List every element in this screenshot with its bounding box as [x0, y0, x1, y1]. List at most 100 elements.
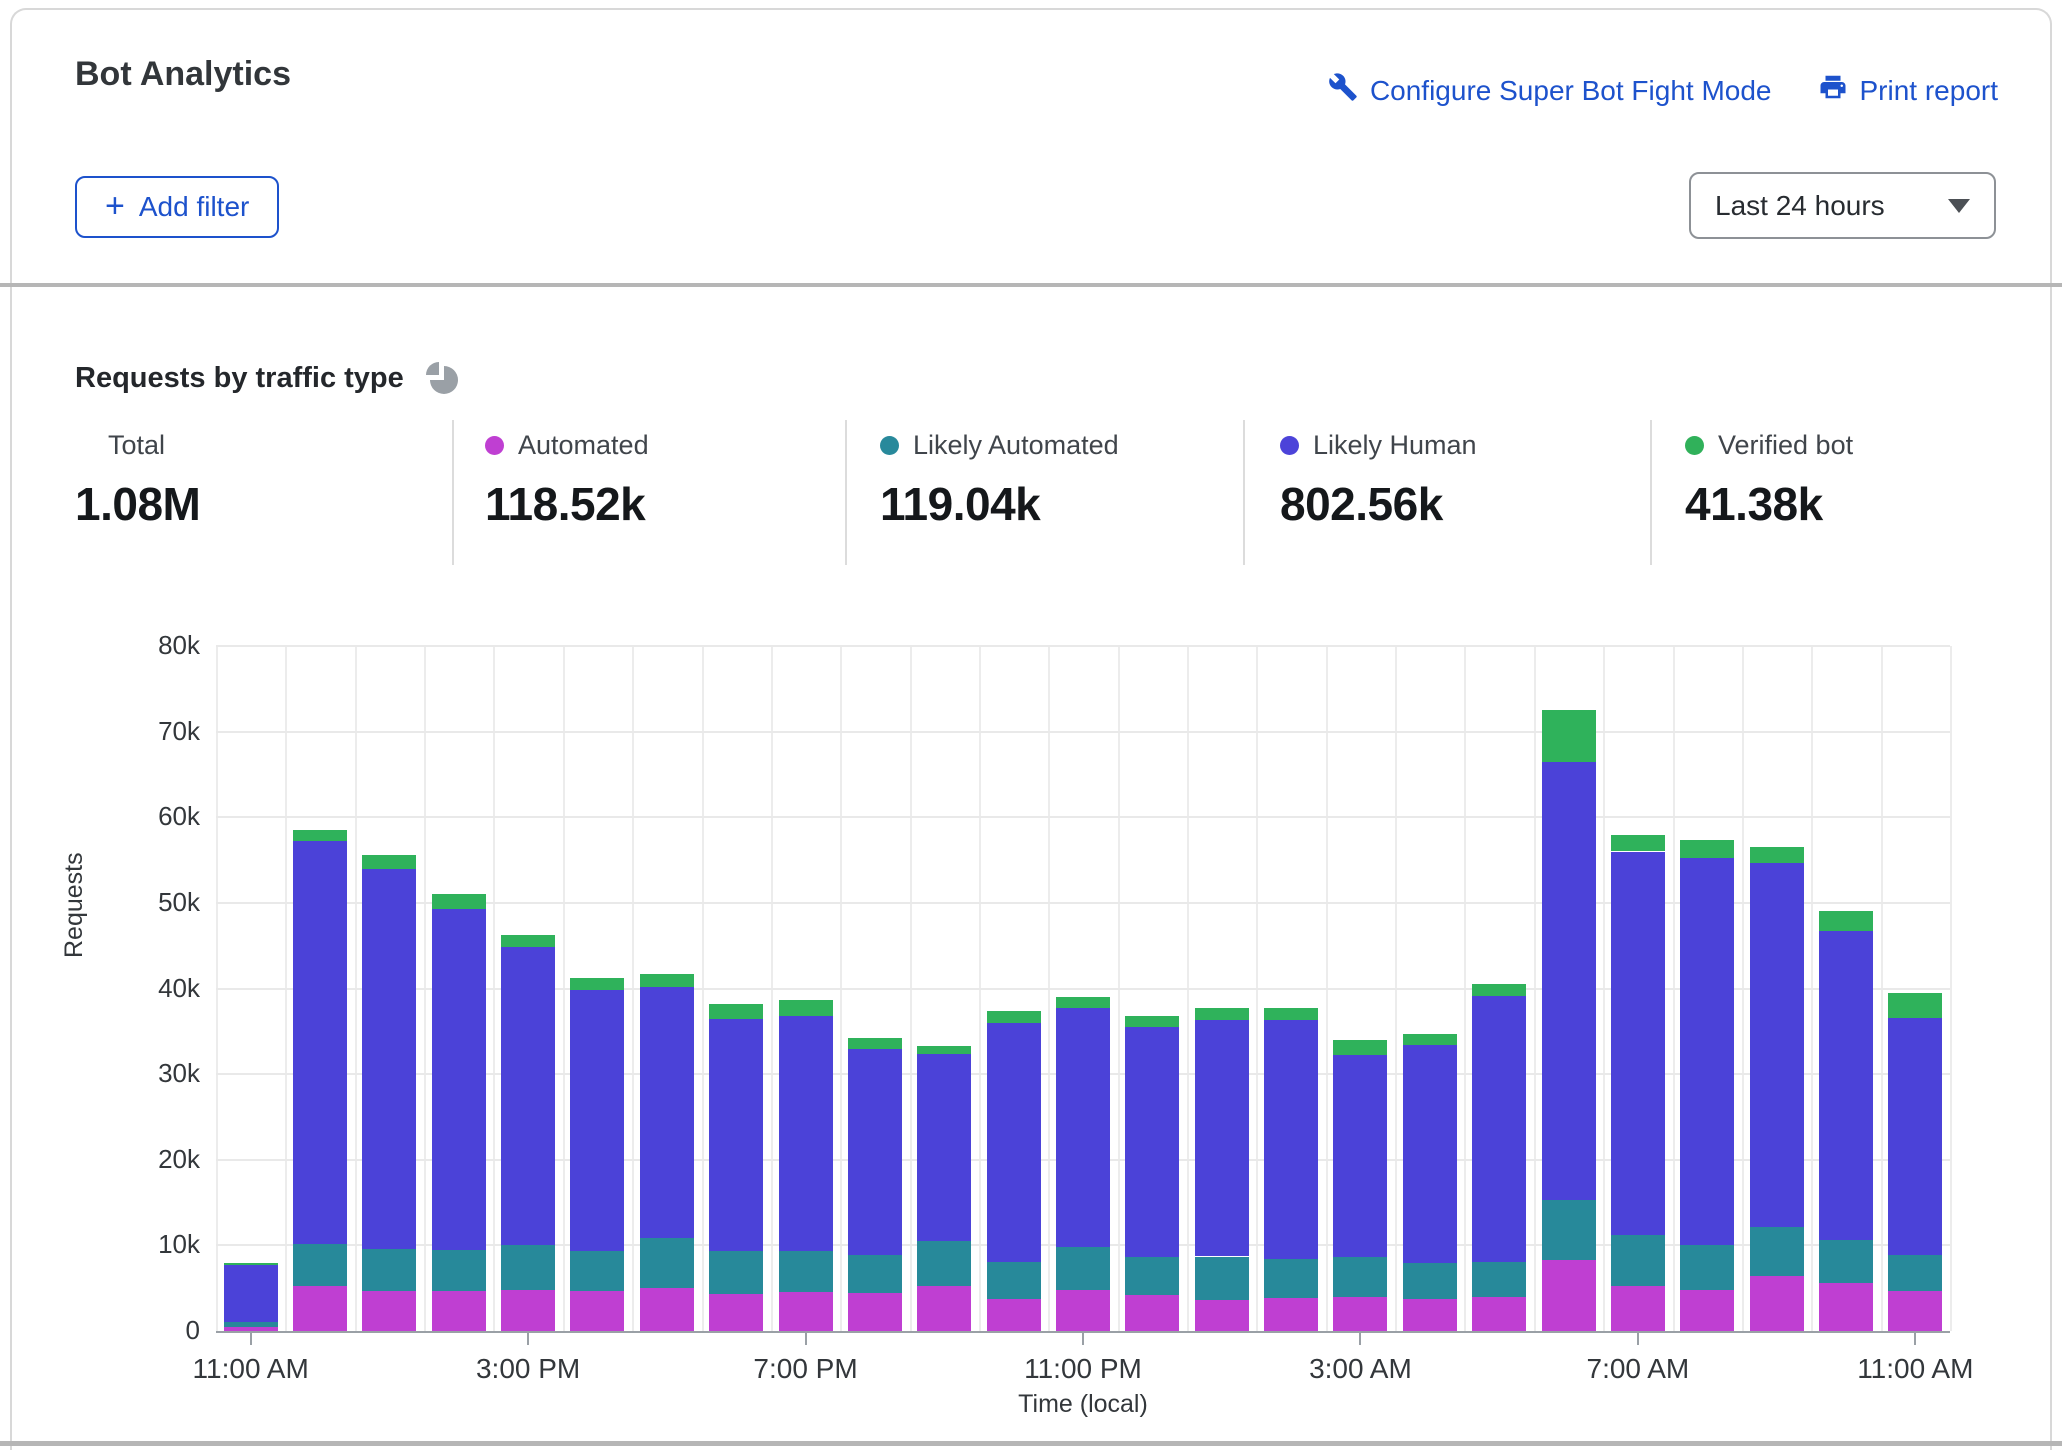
bar-segment-automated[interactable] [917, 1286, 971, 1331]
bar-segment-automated[interactable] [1819, 1283, 1873, 1331]
bar-segment-automated[interactable] [1195, 1300, 1249, 1331]
bar-segment-automated[interactable] [1611, 1286, 1665, 1331]
bar-segment-likely-automated[interactable] [1472, 1262, 1526, 1297]
bar-segment-verified-bot[interactable] [779, 1000, 833, 1015]
bar-segment-likely-human[interactable] [987, 1023, 1041, 1262]
bar-segment-verified-bot[interactable] [432, 894, 486, 909]
bar-segment-automated[interactable] [1264, 1298, 1318, 1331]
bar-segment-automated[interactable] [293, 1286, 347, 1331]
bar-segment-verified-bot[interactable] [1056, 997, 1110, 1008]
bar-segment-automated[interactable] [1472, 1297, 1526, 1331]
bar-segment-automated[interactable] [362, 1291, 416, 1331]
bar-segment-verified-bot[interactable] [362, 855, 416, 869]
bar-segment-likely-human[interactable] [848, 1049, 902, 1255]
bar-segment-automated[interactable] [1125, 1295, 1179, 1331]
bar-segment-verified-bot[interactable] [1195, 1008, 1249, 1020]
bar-segment-likely-automated[interactable] [1819, 1240, 1873, 1283]
bar-segment-verified-bot[interactable] [1750, 847, 1804, 863]
bar-segment-likely-automated[interactable] [432, 1250, 486, 1291]
bar-segment-likely-automated[interactable] [293, 1244, 347, 1287]
bar-segment-likely-automated[interactable] [1542, 1200, 1596, 1260]
bar-segment-likely-human[interactable] [1264, 1020, 1318, 1259]
bar-segment-verified-bot[interactable] [1680, 840, 1734, 859]
time-range-dropdown[interactable]: Last 24 hours [1689, 172, 1996, 239]
bar-segment-verified-bot[interactable] [1403, 1034, 1457, 1045]
configure-super-bot-fight-mode-link[interactable]: Configure Super Bot Fight Mode [1328, 72, 1772, 109]
bar-segment-automated[interactable] [1888, 1291, 1942, 1331]
bar-segment-likely-automated[interactable] [987, 1262, 1041, 1300]
bar-segment-likely-human[interactable] [224, 1265, 278, 1322]
bar-segment-likely-automated[interactable] [779, 1251, 833, 1291]
bar-segment-likely-human[interactable] [1333, 1055, 1387, 1256]
bar-segment-likely-human[interactable] [1056, 1008, 1110, 1247]
bar-segment-likely-automated[interactable] [1333, 1257, 1387, 1297]
bar-segment-likely-human[interactable] [1125, 1027, 1179, 1257]
bar-segment-verified-bot[interactable] [293, 830, 347, 841]
bar-segment-likely-human[interactable] [501, 947, 555, 1246]
bar-segment-automated[interactable] [1750, 1276, 1804, 1331]
bar-segment-likely-automated[interactable] [1125, 1257, 1179, 1295]
bar-segment-likely-human[interactable] [709, 1019, 763, 1251]
bar-segment-automated[interactable] [1680, 1290, 1734, 1331]
bar-segment-automated[interactable] [432, 1291, 486, 1331]
bar-segment-verified-bot[interactable] [1264, 1008, 1318, 1020]
bar-segment-likely-human[interactable] [1611, 852, 1665, 1236]
bar-segment-likely-automated[interactable] [570, 1251, 624, 1291]
bar-segment-likely-automated[interactable] [848, 1255, 902, 1294]
bar-segment-verified-bot[interactable] [1472, 984, 1526, 996]
bar-segment-verified-bot[interactable] [848, 1038, 902, 1049]
bar-segment-verified-bot[interactable] [1125, 1016, 1179, 1027]
bar-segment-likely-human[interactable] [1195, 1020, 1249, 1256]
bar-segment-likely-automated[interactable] [1888, 1255, 1942, 1291]
bar-segment-likely-human[interactable] [1680, 858, 1734, 1244]
bar-segment-likely-human[interactable] [1750, 863, 1804, 1226]
bar-segment-likely-human[interactable] [917, 1054, 971, 1241]
bar-segment-automated[interactable] [1333, 1297, 1387, 1331]
bar-segment-automated[interactable] [987, 1299, 1041, 1331]
bar-segment-likely-human[interactable] [1472, 996, 1526, 1261]
bar-segment-automated[interactable] [848, 1293, 902, 1331]
bar-segment-likely-human[interactable] [1542, 762, 1596, 1200]
bar-segment-automated[interactable] [501, 1290, 555, 1331]
bar-segment-automated[interactable] [570, 1291, 624, 1331]
bar-segment-verified-bot[interactable] [501, 935, 555, 947]
bar-segment-likely-automated[interactable] [1403, 1263, 1457, 1299]
add-filter-button[interactable]: + Add filter [75, 176, 279, 238]
bar-segment-verified-bot[interactable] [1819, 911, 1873, 931]
bar-segment-likely-automated[interactable] [917, 1241, 971, 1286]
bar-segment-likely-automated[interactable] [1680, 1245, 1734, 1290]
bar-segment-likely-human[interactable] [570, 990, 624, 1250]
bar-segment-likely-human[interactable] [1819, 931, 1873, 1240]
bar-segment-likely-automated[interactable] [1056, 1247, 1110, 1290]
bar-segment-verified-bot[interactable] [987, 1011, 1041, 1023]
bar-segment-likely-automated[interactable] [1750, 1227, 1804, 1277]
bar-segment-verified-bot[interactable] [1333, 1040, 1387, 1055]
bar-segment-automated[interactable] [779, 1292, 833, 1331]
bar-segment-likely-automated[interactable] [709, 1251, 763, 1294]
bar-segment-likely-human[interactable] [640, 987, 694, 1238]
bar-segment-likely-automated[interactable] [640, 1238, 694, 1289]
bar-segment-verified-bot[interactable] [640, 974, 694, 987]
bar-segment-verified-bot[interactable] [570, 978, 624, 990]
bar-segment-likely-automated[interactable] [1264, 1259, 1318, 1298]
bar-segment-likely-human[interactable] [1888, 1018, 1942, 1254]
bar-segment-likely-automated[interactable] [1611, 1235, 1665, 1286]
bar-segment-likely-human[interactable] [432, 909, 486, 1250]
bar-segment-likely-human[interactable] [1403, 1045, 1457, 1263]
bar-segment-automated[interactable] [1542, 1260, 1596, 1331]
bar-segment-likely-automated[interactable] [362, 1249, 416, 1291]
print-report-link[interactable]: Print report [1818, 72, 1999, 109]
bar-segment-verified-bot[interactable] [917, 1046, 971, 1055]
bar-segment-likely-human[interactable] [293, 841, 347, 1243]
bar-segment-automated[interactable] [1056, 1290, 1110, 1331]
bar-segment-likely-automated[interactable] [501, 1245, 555, 1290]
bar-segment-verified-bot[interactable] [224, 1263, 278, 1266]
bar-segment-verified-bot[interactable] [1542, 710, 1596, 761]
bar-segment-likely-human[interactable] [779, 1016, 833, 1251]
bar-segment-automated[interactable] [640, 1288, 694, 1331]
bar-segment-automated[interactable] [709, 1294, 763, 1331]
bar-segment-automated[interactable] [1403, 1299, 1457, 1331]
bar-segment-likely-human[interactable] [362, 869, 416, 1249]
bar-segment-verified-bot[interactable] [709, 1004, 763, 1019]
bar-segment-likely-automated[interactable] [224, 1322, 278, 1327]
